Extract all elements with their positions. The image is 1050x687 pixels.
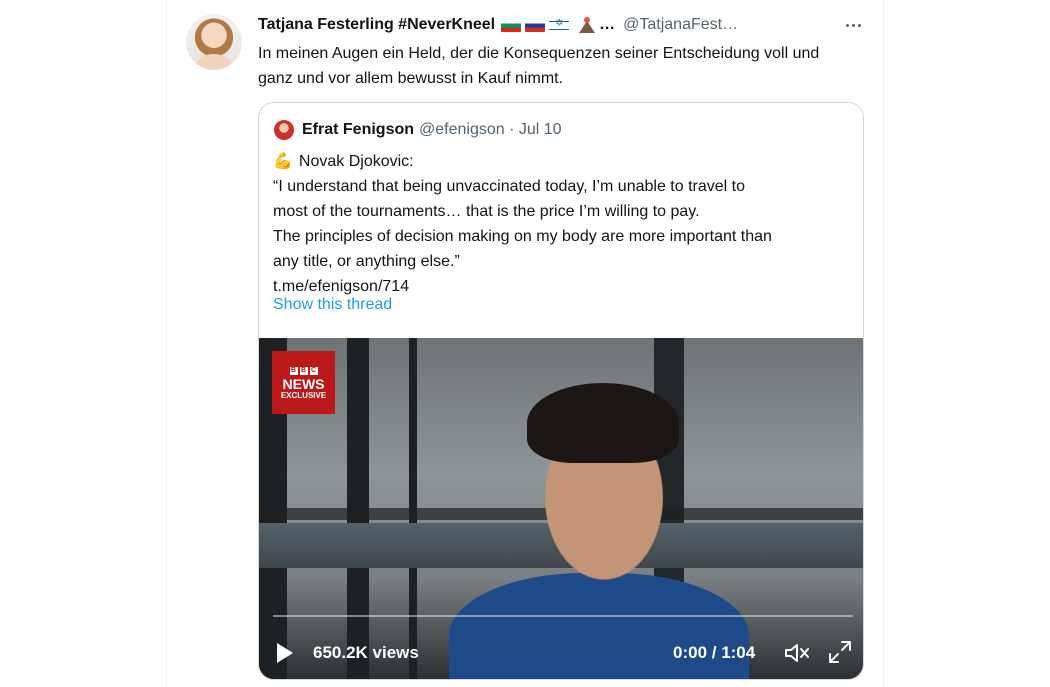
quoted-line: The principles of decision making on my … <box>273 228 772 245</box>
avatar-shoulders <box>196 54 232 70</box>
volcano-icon <box>577 17 597 33</box>
mute-icon[interactable] <box>783 641 811 665</box>
flag-bulgaria-icon <box>501 18 522 32</box>
author-handle[interactable]: @TatjanaFest… <box>623 16 738 34</box>
more-options-icon[interactable] <box>842 16 864 34</box>
show-thread-link[interactable]: Show this thread <box>273 296 392 314</box>
bbc-news-text: NEWS <box>282 376 325 392</box>
name-emoji-group <box>501 17 597 33</box>
tweet-header: Tatjana Festerling #NeverKneel … @Tatjan… <box>258 14 738 36</box>
bbc-blocks: B B C <box>289 367 318 375</box>
quoted-tweet-header: Efrat Fenigson @efenigson · Jul 10 <box>302 119 562 141</box>
quoted-line: most of the tournaments… that is the pri… <box>273 203 700 220</box>
flexed-biceps-icon: 💪 <box>273 151 293 170</box>
name-truncation: … <box>599 16 616 33</box>
author-avatar[interactable] <box>186 14 242 70</box>
video-player[interactable]: B B C NEWS EXCLUSIVE 650.2K views 0:00 /… <box>259 338 863 679</box>
play-icon[interactable] <box>277 643 293 663</box>
view-count: 650.2K views <box>313 643 419 662</box>
fullscreen-icon[interactable] <box>827 639 853 665</box>
quoted-author-name: Efrat Fenigson <box>302 121 415 138</box>
quoted-line: “I understand that being unvaccinated to… <box>273 178 745 195</box>
author-display-name[interactable]: Tatjana Festerling #NeverKneel <box>258 16 495 34</box>
tweet-text: In meinen Augen ein Held, der die Konseq… <box>258 45 820 87</box>
person-body <box>449 573 749 679</box>
flag-israel-icon <box>549 18 570 32</box>
quoted-line: 💪 Novak Djokovic: <box>273 148 853 174</box>
video-time: 0:00 / 1:04 <box>673 643 756 662</box>
quoted-line: any title, or anything else.” <box>273 253 460 270</box>
bbc-exclusive-text: EXCLUSIVE <box>280 391 327 400</box>
bbc-news-logo: B B C NEWS EXCLUSIVE <box>272 351 335 414</box>
video-progress-bar[interactable] <box>273 615 853 617</box>
quoted-tweet-text: 💪 Novak Djokovic: “I understand that bein… <box>273 148 853 299</box>
quoted-author-handle-date: @efenigson · Jul 10 <box>419 121 562 138</box>
quoted-author-avatar <box>274 120 294 140</box>
flag-russia-icon <box>525 18 546 32</box>
quoted-tweet-card[interactable]: Efrat Fenigson @efenigson · Jul 10 💪 Nova… <box>258 102 864 680</box>
person-hair <box>527 383 679 463</box>
